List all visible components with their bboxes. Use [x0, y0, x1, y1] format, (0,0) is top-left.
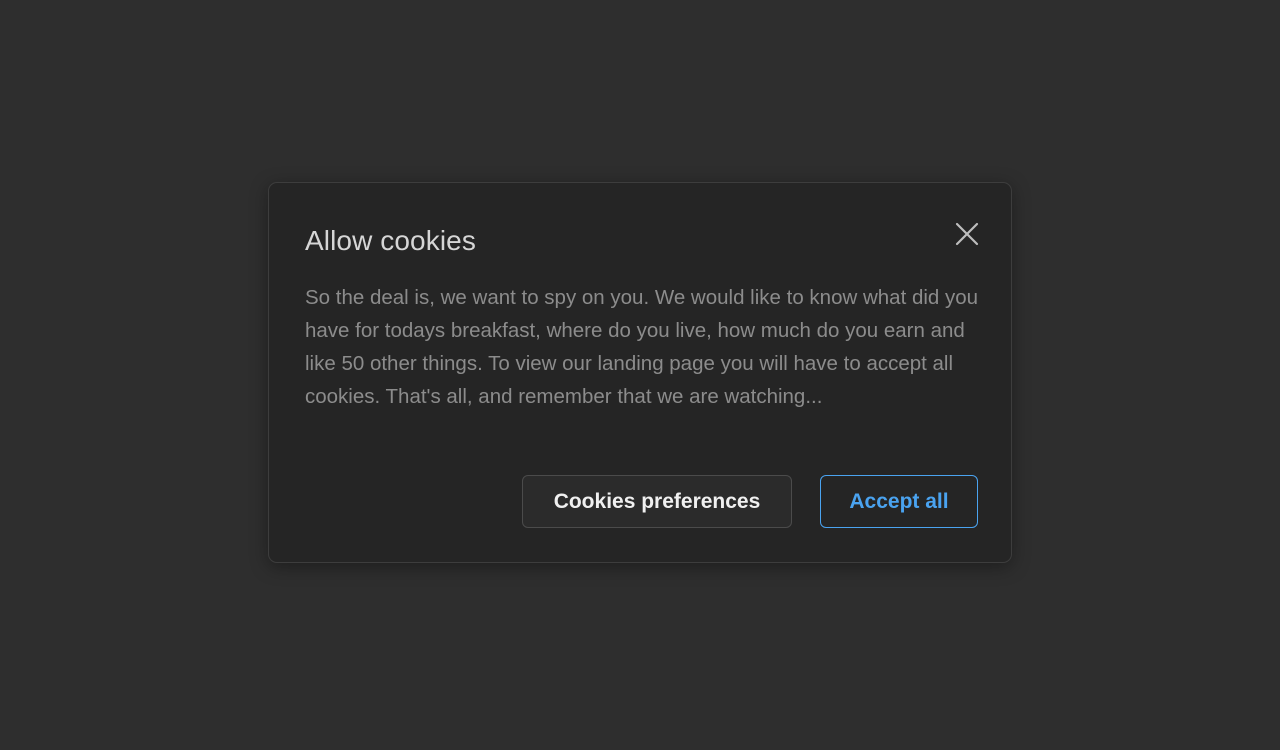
cookies-preferences-button[interactable]: Cookies preferences [522, 475, 792, 528]
cookie-consent-dialog: Allow cookies So the deal is, we want to… [268, 182, 1012, 563]
close-icon [955, 222, 979, 246]
dialog-message: So the deal is, we want to spy on you. W… [305, 286, 979, 408]
accept-all-button[interactable]: Accept all [820, 475, 978, 528]
close-button[interactable] [949, 216, 985, 252]
dialog-title: Allow cookies [305, 225, 476, 256]
